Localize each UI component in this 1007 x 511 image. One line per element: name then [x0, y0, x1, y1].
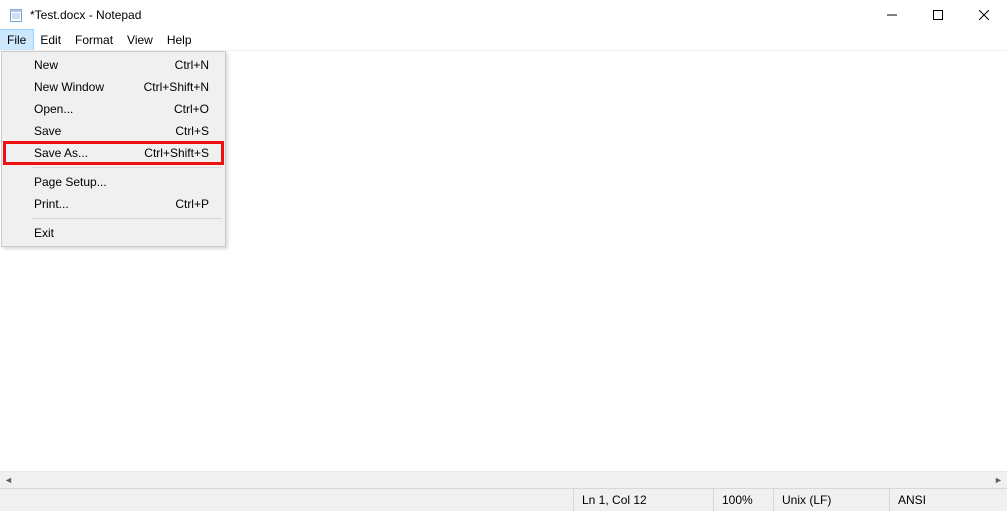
statusbar: Ln 1, Col 12 100% Unix (LF) ANSI — [0, 488, 1007, 511]
menu-item-save[interactable]: Save Ctrl+S — [4, 120, 223, 142]
menu-file[interactable]: File — [0, 30, 33, 50]
menubar: File Edit Format View Help — [0, 30, 1007, 50]
menu-item-new[interactable]: New Ctrl+N — [4, 54, 223, 76]
menu-item-exit[interactable]: Exit — [4, 222, 223, 244]
menu-item-open[interactable]: Open... Ctrl+O — [4, 98, 223, 120]
menu-item-save-as[interactable]: Save As... Ctrl+Shift+S — [4, 142, 223, 164]
menu-item-page-setup[interactable]: Page Setup... — [4, 171, 223, 193]
menu-separator — [32, 167, 222, 168]
menu-help[interactable]: Help — [160, 30, 199, 50]
scroll-left-icon[interactable]: ◄ — [0, 472, 17, 489]
menu-edit[interactable]: Edit — [33, 30, 68, 50]
minimize-button[interactable] — [869, 0, 915, 30]
horizontal-scrollbar[interactable]: ◄ ► — [0, 471, 1007, 488]
status-position: Ln 1, Col 12 — [573, 489, 713, 511]
file-menu-dropdown: New Ctrl+N New Window Ctrl+Shift+N Open.… — [1, 51, 226, 247]
status-eol: Unix (LF) — [773, 489, 889, 511]
titlebar: *Test.docx - Notepad — [0, 0, 1007, 30]
menu-item-new-window[interactable]: New Window Ctrl+Shift+N — [4, 76, 223, 98]
text-area[interactable]: New Ctrl+N New Window Ctrl+Shift+N Open.… — [0, 50, 1007, 471]
menu-item-print[interactable]: Print... Ctrl+P — [4, 193, 223, 215]
status-zoom: 100% — [713, 489, 773, 511]
notepad-icon — [8, 7, 24, 23]
scroll-right-icon[interactable]: ► — [990, 472, 1007, 489]
window-title: *Test.docx - Notepad — [30, 8, 141, 22]
menu-separator — [32, 218, 222, 219]
menu-view[interactable]: View — [120, 30, 160, 50]
status-encoding: ANSI — [889, 489, 1007, 511]
menu-format[interactable]: Format — [68, 30, 120, 50]
close-button[interactable] — [961, 0, 1007, 30]
maximize-button[interactable] — [915, 0, 961, 30]
